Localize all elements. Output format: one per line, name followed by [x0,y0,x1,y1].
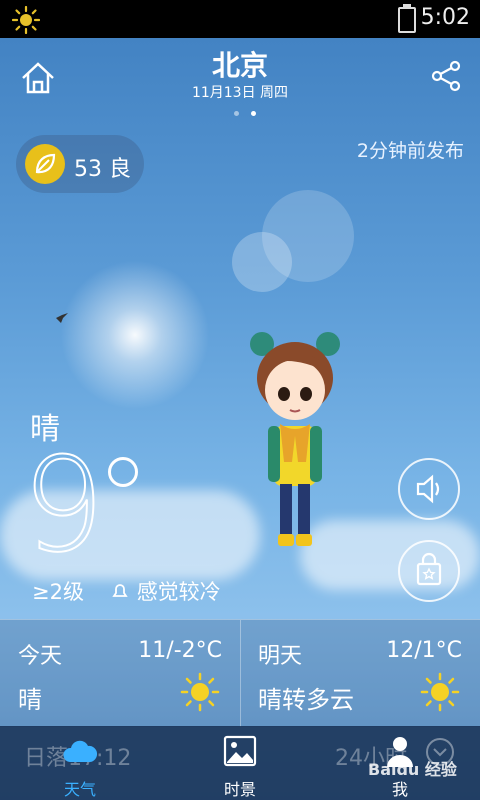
page-indicator [228,101,262,120]
shop-button[interactable] [398,540,460,602]
tab-label: 时景 [223,780,256,799]
bell-icon [112,584,128,597]
wind-level: ≥2级 [32,580,84,604]
air-quality-value: 53 良 [74,157,131,182]
lens-flare [232,232,292,292]
sound-button[interactable] [398,458,460,520]
bird-icon [56,313,68,323]
sun-icon [420,672,460,712]
city-title: 北京 [211,49,268,82]
leaf-icon [25,144,65,184]
sun-icon [12,6,40,34]
publish-time: 2分钟前发布 [356,140,464,162]
status-bar: 5:02 [0,0,480,38]
feel-label: 感觉较冷 [110,576,221,606]
battery-charging-icon [398,4,416,33]
picture-icon [223,735,257,767]
forecast-condition: 晴转多云 [258,686,354,714]
forecast-day: 明天 [258,644,303,669]
tab-weather[interactable]: 天气 [0,726,160,800]
tab-label: 天气 [63,780,96,799]
sun-icon [180,672,220,712]
sun-glow [60,260,210,410]
forecast-today[interactable]: 今天 11/-2°C 晴 [0,620,240,727]
tab-scenery[interactable]: 时景 [160,726,320,800]
forecast-day: 今天 [18,644,63,669]
watermark: Baidu 经验 [368,760,457,779]
forecast-range: 11/-2°C [138,638,222,663]
forecast-condition: 晴 [18,686,42,714]
page-dot [234,111,239,116]
current-temperature: 9 [21,429,106,581]
feel-text: 感觉较冷 [136,580,221,604]
header: 北京 11月13日 周四 [0,38,480,118]
date-label: 11月13日 周四 [191,85,289,101]
cloud-icon [63,740,98,762]
air-quality-badge[interactable]: 53 良 [16,135,144,193]
forecast-panel: 今天 11/-2°C 晴 明天 12/1°C 晴转多云 [0,619,480,727]
shopping-bag-icon [416,552,442,586]
page-dot-active [251,111,256,116]
forecast-tomorrow[interactable]: 明天 12/1°C 晴转多云 [240,620,480,727]
cartoon-character[interactable] [240,330,350,560]
share-icon[interactable] [428,58,464,94]
degree-symbol [108,457,138,487]
status-time: 5:02 [420,5,470,30]
forecast-range: 12/1°C [386,638,462,663]
speaker-icon [416,474,440,504]
